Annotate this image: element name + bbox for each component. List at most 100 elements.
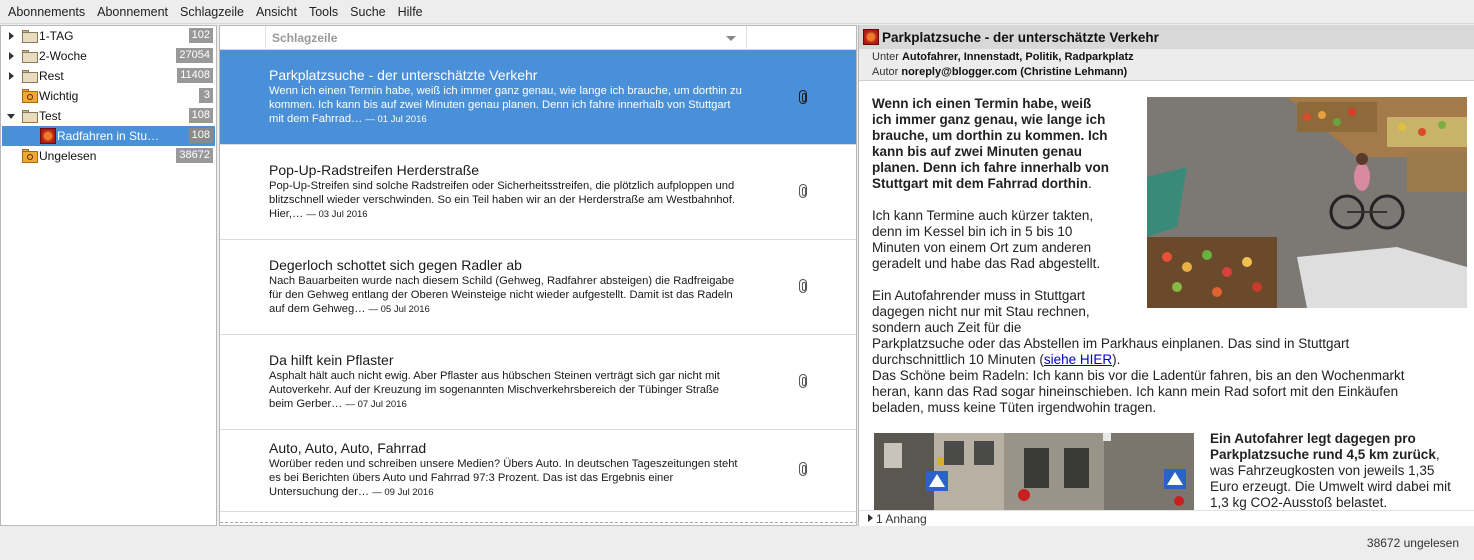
paragraph-line: Ich kann Termine auch kürzer takten,: [872, 208, 1094, 223]
paragraph-line: sondern auch Zeit für die: [872, 320, 1022, 335]
feed-icon: [40, 128, 56, 144]
feed-label: Wichtig: [39, 89, 79, 103]
unread-count-badge: 108: [188, 108, 213, 123]
article-photo-street: [874, 433, 1194, 510]
feed-folder-2-woche[interactable]: 2-Woche 27054: [2, 46, 215, 66]
feed-folder-rest[interactable]: Rest 11408: [2, 66, 215, 86]
headline-date: — 05 Jul 2016: [368, 304, 430, 315]
unread-count-badge: 102: [188, 28, 213, 43]
folder-icon: [22, 110, 38, 123]
author-label: Autor: [872, 66, 899, 78]
collapse-arrow-icon[interactable]: [5, 110, 17, 122]
expand-arrow-icon[interactable]: [5, 70, 17, 82]
column-header-spacer: [220, 26, 266, 50]
author-value: noreply@blogger.com (Christine Lehmann): [901, 66, 1128, 78]
menu-hilfe[interactable]: Hilfe: [392, 0, 429, 24]
paragraph-line: kann bis auf zwei Minuten genau: [872, 144, 1083, 159]
article-title-row: Parkplatzsuche - der unterschätzte Verke…: [859, 25, 1474, 49]
unread-total: 38672 ungelesen: [1366, 536, 1459, 550]
expand-arrow-icon[interactable]: [5, 30, 17, 42]
paragraph-line: Stuttgart mit dem Fahrrad dorthin: [872, 176, 1088, 191]
headline-title: Pop-Up-Radstreifen Herderstraße: [269, 162, 480, 178]
headline-item[interactable]: Da hilft kein Pflaster Asphalt hält auch…: [220, 335, 856, 430]
article-header: Parkplatzsuche - der unterschätzte Verke…: [859, 25, 1474, 81]
folder-icon: [22, 30, 38, 43]
headline-title: Auto, Auto, Auto, Fahrrad: [269, 440, 427, 456]
headline-date: — 09 Jul 2016: [372, 487, 434, 498]
attachment-count: 1 Anhang: [876, 512, 927, 526]
article-categories: Unter Autofahrer, Innenstadt, Politik, R…: [872, 51, 1134, 63]
feed-folder-test[interactable]: Test 108: [2, 106, 215, 126]
paragraph-line: Ein Autofahrer legt dagegen pro: [1210, 431, 1416, 446]
attachment-icon: [798, 462, 808, 476]
search-folder-icon: [22, 89, 38, 103]
column-header-schlagzeile[interactable]: Schlagzeile: [266, 26, 747, 50]
paragraph-line: Minuten von einem Ort zum anderen: [872, 240, 1092, 255]
article-paragraph-5: Ein Autofahrer legt dagegen pro Parkplat…: [1210, 431, 1470, 510]
feed-label: 2-Woche: [39, 49, 87, 63]
siehe-hier-link[interactable]: siehe HIER: [1044, 352, 1112, 367]
article-content: Wenn ich einen Termin habe, weiß ich imm…: [859, 82, 1474, 510]
headline-title: Da hilft kein Pflaster: [269, 352, 394, 368]
unread-count-badge: 27054: [176, 48, 213, 63]
headline-summary: Pop-Up-Streifen sind solche Radstreifen …: [269, 179, 745, 222]
paragraph-line: heran, kann das Rad sogar hineinschieben…: [872, 384, 1399, 399]
paragraph-punctuation: ,: [1435, 447, 1440, 462]
attachment-icon: [798, 184, 808, 198]
menu-abonnement[interactable]: Abonnement: [91, 0, 174, 24]
categories-value: Autofahrer, Innenstadt, Politik, Radpark…: [901, 51, 1134, 63]
headline-item[interactable]: Auto, Auto, Auto, Fahrrad Worüber reden …: [220, 430, 856, 512]
paragraph-line: denn im Kessel bin ich in 5 bis 10: [872, 224, 1073, 239]
attachments-expander[interactable]: 1 Anhang: [859, 510, 1474, 526]
headline-list: Schlagzeile Parkplatzsuche - der untersc…: [219, 25, 857, 526]
unread-count-badge: 108: [188, 128, 213, 143]
street-photo-illustration: [874, 433, 1194, 510]
unread-count-badge: 11408: [177, 68, 213, 83]
paragraph-line: Wenn ich einen Termin habe, weiß: [872, 96, 1092, 111]
paragraph-line: planen. Denn ich fahre innerhalb von: [872, 160, 1110, 175]
headline-item[interactable]: Pop-Up-Radstreifen Herderstraße Pop-Up-S…: [220, 145, 856, 240]
feed-label: 1-TAG: [39, 29, 74, 43]
feed-radfahren-in-stuttgart[interactable]: Radfahren in Stu… 108: [2, 126, 215, 146]
market-photo-illustration: [1147, 97, 1467, 308]
unread-count-badge: 38672: [176, 148, 213, 163]
paragraph-line: dagegen nicht nur mit Stau rechnen,: [872, 304, 1090, 319]
feed-label: Test: [39, 109, 62, 123]
feed-label: Ungelesen: [39, 149, 97, 163]
menu-abonnements[interactable]: Abonnements: [2, 0, 91, 24]
summary-text: Worüber reden und schreiben unsere Medie…: [269, 458, 738, 498]
paragraph-line: Parkplatzsuche rund 4,5 km zurück: [1210, 447, 1436, 462]
column-header-label: Schlagzeile: [272, 31, 338, 45]
menu-ansicht[interactable]: Ansicht: [250, 0, 303, 24]
menu-tools[interactable]: Tools: [303, 0, 344, 24]
headline-date: — 03 Jul 2016: [306, 209, 368, 220]
expand-arrow-icon[interactable]: [868, 514, 873, 522]
categories-label: Unter: [872, 51, 899, 63]
article-pane: Parkplatzsuche - der unterschätzte Verke…: [858, 25, 1474, 526]
search-folder-ungelesen[interactable]: Ungelesen 38672: [2, 146, 215, 166]
paragraph-line: Ein Autofahrender muss in Stuttgart: [872, 288, 1086, 303]
feed-tree: 1-TAG 102 2-Woche 27054 Rest 11408 Wicht…: [0, 25, 217, 526]
article-paragraph-2: Ich kann Termine auch kürzer takten, den…: [872, 208, 1142, 272]
headline-item[interactable]: Degerloch schottet sich gegen Radler ab …: [220, 240, 856, 335]
menu-schlagzeile[interactable]: Schlagzeile: [174, 0, 250, 24]
search-folder-wichtig[interactable]: Wichtig 3: [2, 86, 215, 106]
headline-summary: Wenn ich einen Termin habe, weiß ich imm…: [269, 84, 745, 127]
headline-title: Parkplatzsuche - der unterschätzte Verke…: [269, 67, 538, 83]
headline-date: — 07 Jul 2016: [345, 399, 407, 410]
paragraph-line: Euro erzeugt. Die Umwelt wird dabei mit: [1210, 479, 1451, 494]
expand-arrow-icon[interactable]: [5, 50, 17, 62]
feed-icon: [863, 29, 879, 45]
unread-count-badge: 3: [199, 88, 213, 103]
attachment-icon: [798, 279, 808, 293]
headline-item[interactable]: Parkplatzsuche - der unterschätzte Verke…: [220, 50, 856, 145]
headline-date: — 01 Jul 2016: [365, 114, 427, 125]
summary-text: Wenn ich einen Termin habe, weiß ich imm…: [269, 85, 742, 125]
headline-title: Degerloch schottet sich gegen Radler ab: [269, 257, 522, 273]
headline-summary: Worüber reden und schreiben unsere Medie…: [269, 457, 745, 500]
menu-suche[interactable]: Suche: [344, 0, 391, 24]
feed-folder-1-tag[interactable]: 1-TAG 102: [2, 26, 215, 46]
paragraph-text: ).: [1112, 352, 1121, 367]
paragraph-line: ich immer ganz genau, wie lange ich: [872, 112, 1106, 127]
article-title[interactable]: Parkplatzsuche - der unterschätzte Verke…: [882, 30, 1159, 45]
